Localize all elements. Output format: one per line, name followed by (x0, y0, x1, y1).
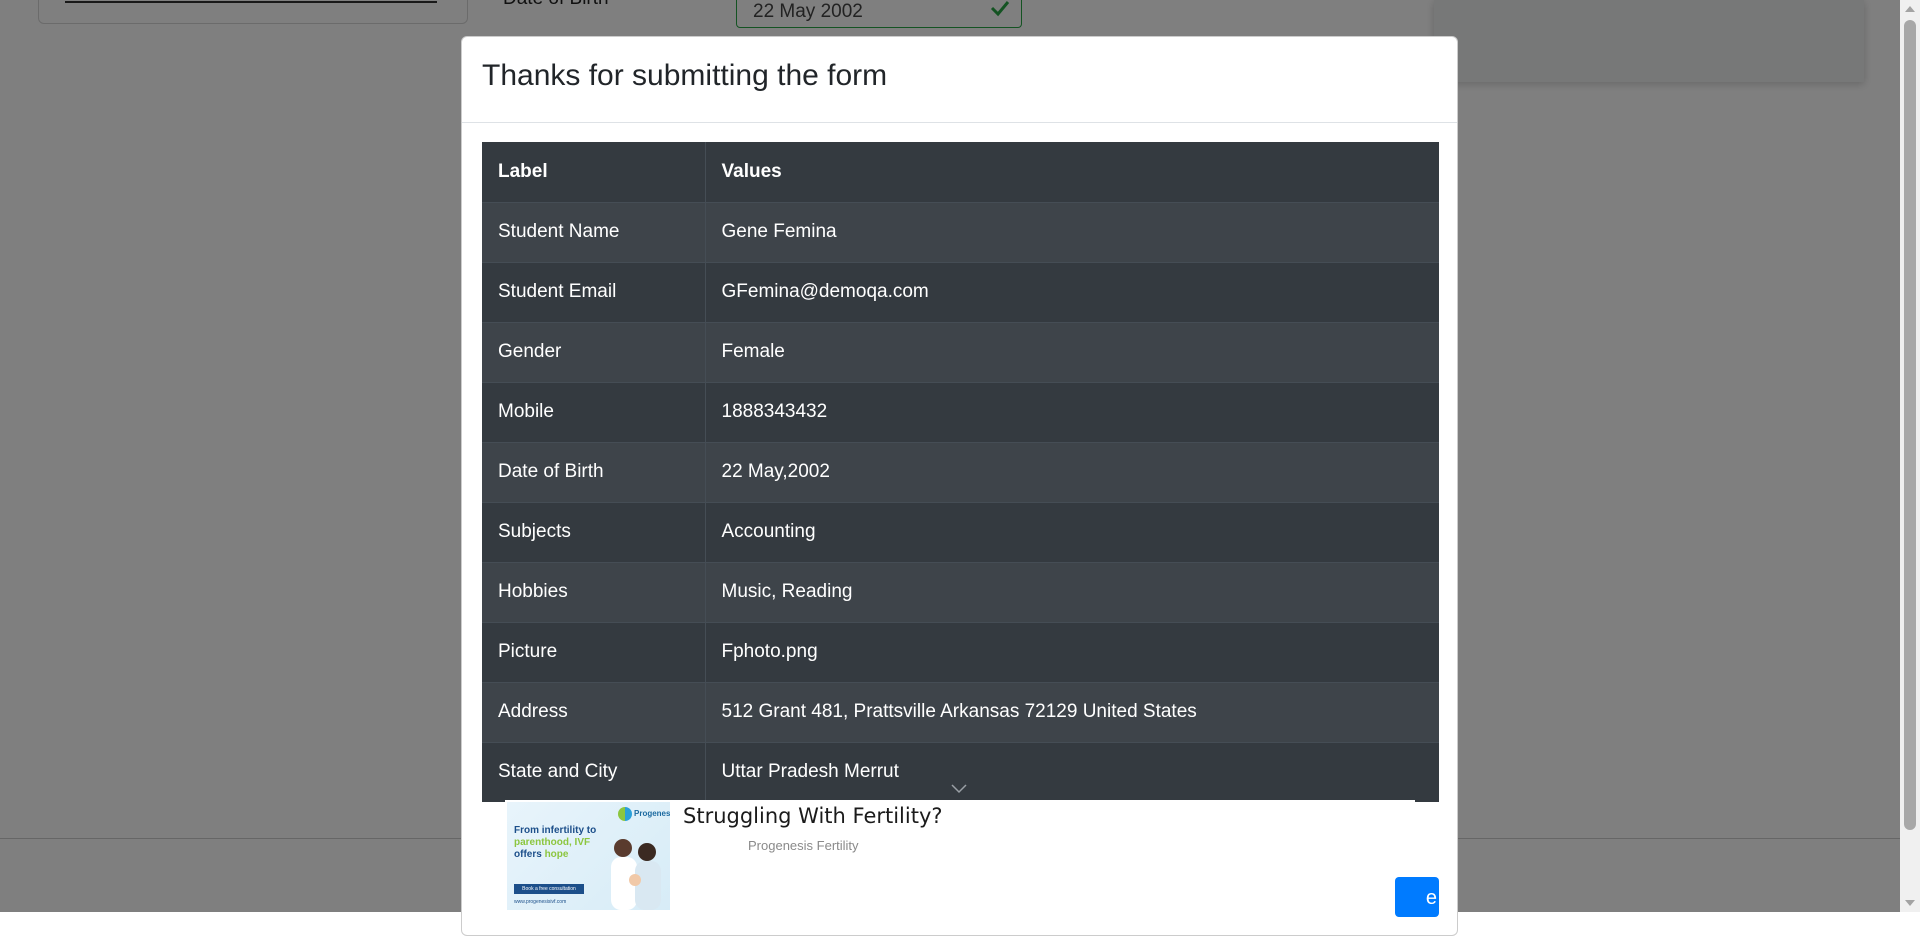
table-row: Subjects Accounting (482, 501, 1439, 562)
column-header-label: Label (482, 142, 706, 202)
ad-url: www.progenesisivf.com (514, 899, 567, 905)
row-label: Student Name (482, 201, 706, 262)
table-row: Date of Birth 22 May,2002 (482, 441, 1439, 502)
page-scrollbar[interactable] (1900, 0, 1920, 912)
table-row: Address 512 Grant 481, Prattsville Arkan… (482, 681, 1439, 742)
row-value: Fphoto.png (705, 621, 1439, 682)
ad-advertiser[interactable]: Progenesis Fertility (748, 838, 859, 853)
table-row: Student Email GFemina@demoqa.com (482, 261, 1439, 322)
row-value: 22 May,2002 (705, 441, 1439, 502)
table-row: Gender Female (482, 321, 1439, 382)
modal-header: Thanks for submitting the form (462, 37, 1457, 123)
row-value: GFemina@demoqa.com (705, 261, 1439, 322)
submission-results-table: Label Values Student Name Gene Femina St… (482, 142, 1439, 802)
row-label: Student Email (482, 261, 706, 322)
column-header-values: Values (721, 160, 782, 182)
row-value: Female (705, 321, 1439, 382)
row-value: Accounting (705, 501, 1439, 562)
ad-image[interactable]: Progenesis From infertility to parenthoo… (507, 802, 670, 910)
row-value: 512 Grant 481, Prattsville Arkansas 7212… (705, 681, 1439, 742)
family-photo-icon (611, 839, 661, 910)
table-row: Mobile 1888343432 (482, 381, 1439, 442)
ad-headline[interactable]: Struggling With Fertility? (683, 804, 943, 828)
scroll-down-arrow-icon[interactable] (1905, 900, 1915, 906)
row-value: 1888343432 (705, 381, 1439, 442)
table-row: Picture Fphoto.png (482, 621, 1439, 682)
brand-logo-icon (618, 807, 632, 821)
ad-tagline: From infertility to parenthood, IVF offe… (514, 825, 597, 860)
sticky-ad-banner[interactable]: Progenesis From infertility to parenthoo… (505, 800, 1415, 912)
ad-brand-name: Progenesis (634, 809, 670, 818)
row-label: Gender (482, 321, 706, 382)
row-label: Address (482, 681, 706, 742)
table-row: Hobbies Music, Reading (482, 561, 1439, 622)
ad-cta-button[interactable]: Book a free consultation (514, 884, 584, 894)
scroll-up-arrow-icon[interactable] (1905, 6, 1915, 12)
chevron-down-icon (951, 784, 967, 794)
row-value: Uttar Pradesh Merrut (705, 741, 1439, 802)
table-header-row: Label Values (482, 142, 1439, 202)
table-row: Student Name Gene Femina (482, 201, 1439, 262)
row-label: State and City (482, 741, 706, 802)
row-label: Mobile (482, 381, 706, 442)
row-label: Picture (482, 621, 706, 682)
scrollbar-thumb[interactable] (1904, 20, 1916, 830)
close-button[interactable]: e (1395, 877, 1439, 917)
row-value: Music, Reading (705, 561, 1439, 622)
row-label: Date of Birth (482, 441, 706, 502)
row-value: Gene Femina (705, 201, 1439, 262)
close-button-label: e (1425, 887, 1437, 909)
row-label: Subjects (482, 501, 706, 562)
modal-title: Thanks for submitting the form (482, 59, 888, 92)
row-label: Hobbies (482, 561, 706, 622)
